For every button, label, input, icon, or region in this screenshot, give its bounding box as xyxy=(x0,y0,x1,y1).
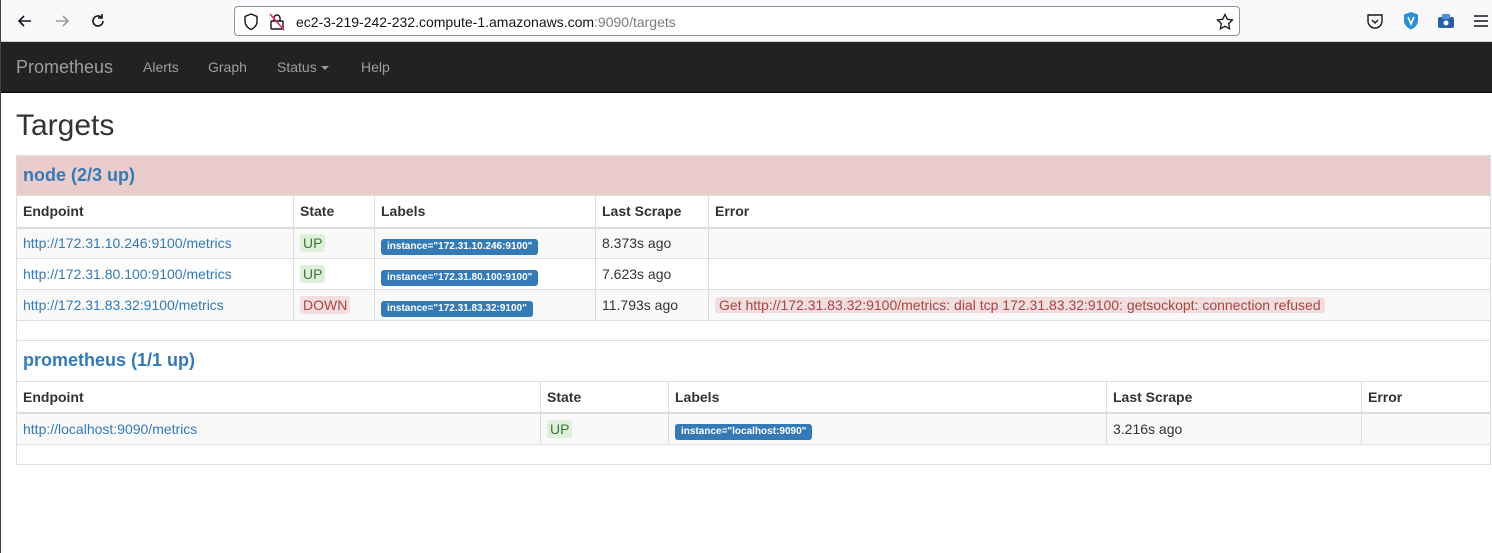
job-title-link[interactable]: prometheus (1/1 up) xyxy=(23,350,195,370)
pocket-icon[interactable] xyxy=(1365,11,1385,31)
state-cell: DOWN xyxy=(293,289,375,321)
browser-toolbar: ec2-3-219-242-232.compute-1.amazonaws.co… xyxy=(1,0,1492,42)
state-cell: UP xyxy=(293,227,375,259)
table-header-row: Endpoint State Labels Last Scrape Error xyxy=(16,195,1491,229)
table-row: http://172.31.10.246:9100/metrics UP ins… xyxy=(16,227,1491,259)
caret-down-icon xyxy=(320,66,329,71)
state-badge: DOWN xyxy=(300,296,351,314)
table-spacer xyxy=(17,321,1491,341)
last-scrape-cell: 3.216s ago xyxy=(1106,412,1362,445)
page-title: Targets xyxy=(16,109,115,142)
table-row: http://172.31.80.100:9100/metrics UP ins… xyxy=(16,258,1491,290)
endpoint-link[interactable]: http://172.31.80.100:9100/metrics xyxy=(23,266,232,282)
labels-cell: instance="172.31.10.246:9100" xyxy=(374,227,596,259)
col-header: State xyxy=(293,195,375,229)
col-header: Error xyxy=(708,195,1491,229)
col-header: Labels xyxy=(668,380,1107,414)
col-header: Labels xyxy=(374,195,596,229)
nav-help[interactable]: Help xyxy=(361,59,390,75)
url-text: ec2-3-219-242-232.compute-1.amazonaws.co… xyxy=(296,14,676,30)
brand-link[interactable]: Prometheus xyxy=(16,57,113,78)
state-badge: UP xyxy=(547,419,573,438)
back-icon[interactable] xyxy=(13,9,37,33)
job-table-prometheus: prometheus (1/1 up) Endpoint State Label… xyxy=(16,341,1491,465)
label-badge: instance="172.31.10.246:9100" xyxy=(381,238,539,255)
reload-icon[interactable] xyxy=(86,9,110,33)
col-header: State xyxy=(540,380,669,414)
vpn-shield-icon[interactable] xyxy=(1401,11,1421,31)
bookmark-star-icon[interactable] xyxy=(1216,12,1234,31)
menu-icon[interactable] xyxy=(1471,11,1491,31)
last-scrape-cell: 8.373s ago xyxy=(595,227,709,259)
label-badge: instance="172.31.83.32:9100" xyxy=(381,300,533,317)
endpoint-link[interactable]: http://172.31.10.246:9100/metrics xyxy=(23,235,232,251)
endpoint-link[interactable]: http://172.31.83.32:9100/metrics xyxy=(23,297,224,313)
label-badge: instance="172.31.80.100:9100" xyxy=(381,269,539,286)
col-header: Endpoint xyxy=(16,380,541,414)
error-cell xyxy=(708,227,1491,259)
labels-cell: instance="localhost:9090" xyxy=(668,412,1107,445)
app-navbar: Prometheus Alerts Graph Status Help xyxy=(1,42,1492,93)
col-header: Last Scrape xyxy=(1106,380,1362,414)
url-path: :9090/targets xyxy=(594,14,676,30)
error-message: Get http://172.31.83.32:9100/metrics: di… xyxy=(715,297,1325,313)
table-spacer xyxy=(17,444,1491,464)
table-row: http://172.31.83.32:9100/metrics DOWN in… xyxy=(16,289,1491,321)
job-header: node (2/3 up) xyxy=(16,155,1491,196)
state-badge: UP xyxy=(300,234,326,253)
labels-cell: instance="172.31.80.100:9100" xyxy=(374,258,596,290)
main-content: Targets node (2/3 up) Endpoint State Lab… xyxy=(1,109,1492,465)
labels-cell: instance="172.31.83.32:9100" xyxy=(374,289,596,321)
nav-graph[interactable]: Graph xyxy=(208,59,247,75)
spacer-cell xyxy=(17,444,1491,464)
forward-icon[interactable] xyxy=(50,9,74,33)
nav-alerts[interactable]: Alerts xyxy=(143,59,179,75)
endpoint-link[interactable]: http://localhost:9090/metrics xyxy=(23,421,197,437)
extension-icon[interactable] xyxy=(1436,11,1456,31)
job-title-link[interactable]: node (2/3 up) xyxy=(23,165,135,185)
table-row: http://localhost:9090/metrics UP instanc… xyxy=(16,412,1491,445)
last-scrape-cell: 11.793s ago xyxy=(595,289,709,321)
nav-status[interactable]: Status xyxy=(277,59,329,75)
col-header: Error xyxy=(1361,380,1491,414)
state-cell: UP xyxy=(540,412,669,445)
job-header-cell: prometheus (1/1 up) xyxy=(17,341,1491,381)
label-badge: instance="localhost:9090" xyxy=(675,424,813,441)
error-cell xyxy=(708,258,1491,290)
endpoint-cell: http://172.31.10.246:9100/metrics xyxy=(16,227,294,259)
job-header: prometheus (1/1 up) xyxy=(17,341,1491,381)
endpoint-cell: http://localhost:9090/metrics xyxy=(16,412,541,445)
col-header: Endpoint xyxy=(16,195,294,229)
endpoint-cell: http://172.31.80.100:9100/metrics xyxy=(16,258,294,290)
spacer-cell xyxy=(17,321,1491,341)
endpoint-cell: http://172.31.83.32:9100/metrics xyxy=(16,289,294,321)
state-cell: UP xyxy=(293,258,375,290)
state-badge: UP xyxy=(300,265,326,283)
url-bar[interactable]: ec2-3-219-242-232.compute-1.amazonaws.co… xyxy=(234,6,1240,36)
error-cell: Get http://172.31.83.32:9100/metrics: di… xyxy=(708,289,1491,321)
col-header: Last Scrape xyxy=(595,195,709,229)
url-host: ec2-3-219-242-232.compute-1.amazonaws.co… xyxy=(296,14,595,30)
last-scrape-cell: 7.623s ago xyxy=(595,258,709,290)
error-cell xyxy=(1361,412,1491,445)
shield-icon[interactable] xyxy=(243,13,261,31)
table-header-row: Endpoint State Labels Last Scrape Error xyxy=(16,380,1491,414)
nav-status-label: Status xyxy=(277,59,317,75)
insecure-lock-icon[interactable] xyxy=(269,13,287,31)
job-header-cell: node (2/3 up) xyxy=(16,155,1491,196)
job-table-node: node (2/3 up) Endpoint State Labels Last… xyxy=(16,155,1491,341)
